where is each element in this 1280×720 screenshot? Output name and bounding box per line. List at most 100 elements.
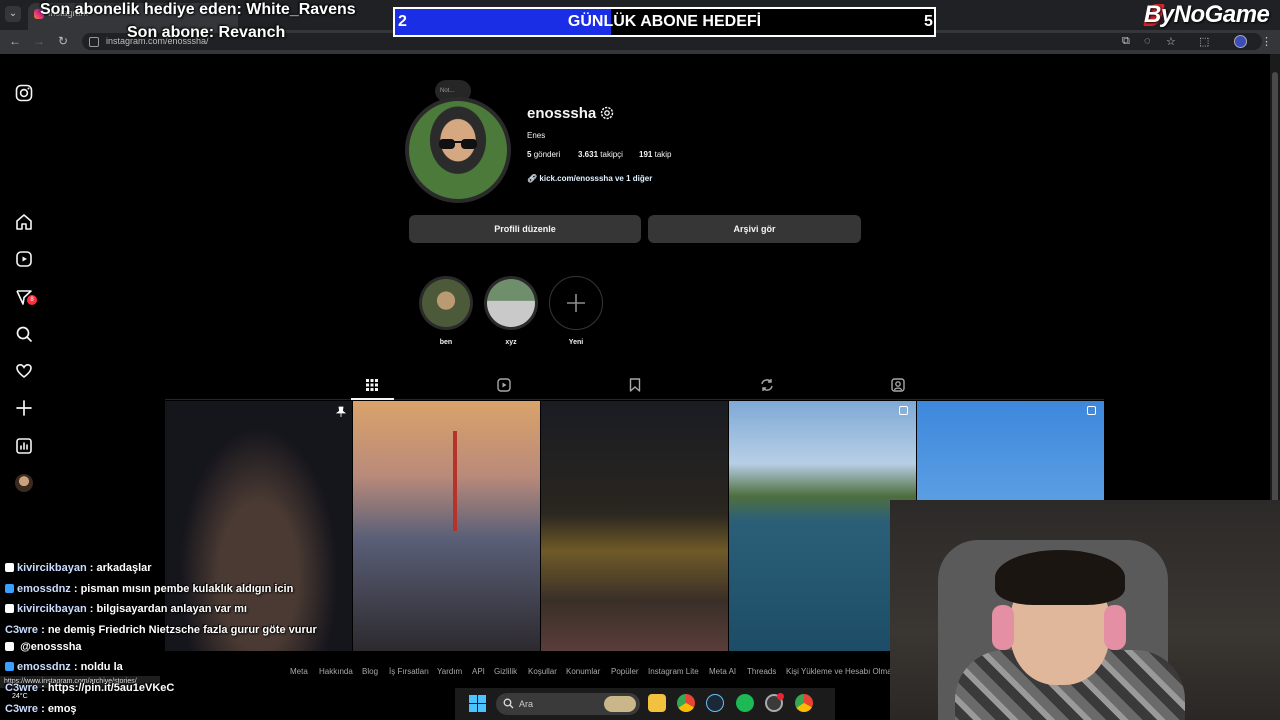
highlight-label: Yeni [568, 339, 584, 346]
chat-message: emossdnz : pisman mısın pembe kulaklık a… [5, 583, 293, 595]
footer-link[interactable]: Hakkında [319, 667, 353, 676]
chat-text: : arkadaşlar [89, 562, 152, 574]
post-thumbnail[interactable] [353, 401, 540, 651]
profile-avatar[interactable] [409, 101, 507, 199]
chrome-profile-icon[interactable] [795, 694, 813, 712]
highlight-label: xyz [505, 339, 517, 346]
footer-link[interactable]: Konumlar [566, 667, 600, 676]
reposts-icon[interactable] [759, 377, 775, 393]
bookmark-star-icon[interactable]: ☆ [1166, 35, 1176, 48]
following-count[interactable]: 191 takip [639, 150, 672, 159]
bridge-tower [453, 431, 457, 531]
instagram-logo-icon[interactable] [14, 83, 34, 103]
profile-avatar-nav[interactable] [15, 474, 33, 492]
profile-full-name: Enes [527, 131, 546, 140]
create-plus-icon[interactable] [14, 398, 34, 418]
chat-message: @enosssha [5, 641, 82, 653]
footer-link[interactable]: Koşullar [528, 667, 557, 676]
notifications-heart-icon[interactable] [14, 361, 34, 381]
footer-link[interactable]: Meta [290, 667, 308, 676]
footer-link[interactable]: Blog [362, 667, 378, 676]
chrome-icon[interactable] [677, 694, 695, 712]
active-tab-indicator [351, 398, 394, 400]
view-archive-button[interactable]: Arşivi gör [648, 215, 861, 243]
search-icon[interactable] [14, 324, 34, 344]
tagged-icon[interactable] [890, 377, 906, 393]
chat-text: : emoş [41, 703, 77, 715]
weather-temp[interactable]: 24°C [12, 693, 28, 700]
followers-count[interactable]: 3.631 takipçi [578, 150, 623, 159]
windows-start-icon[interactable] [469, 695, 486, 712]
install-app-icon[interactable]: ⧉ [1122, 35, 1130, 48]
footer-link[interactable]: Gizlilik [494, 667, 517, 676]
plus-icon [567, 294, 585, 312]
post-thumbnail[interactable] [541, 401, 728, 651]
reload-icon[interactable]: ↻ [55, 34, 71, 48]
chat-message: kivircikbayan : bilgisayardan anlayan va… [5, 603, 247, 615]
pink-headphone-left [992, 605, 1014, 650]
recording-indicator [777, 693, 784, 700]
brand-logo-text: ByNoGame [1144, 1, 1270, 28]
chat-badge-icon [5, 563, 14, 572]
pink-headphone-right [1104, 605, 1126, 650]
highlight-label: ben [439, 339, 453, 346]
saved-bookmark-icon[interactable] [627, 377, 643, 393]
footer-link[interactable]: Threads [747, 667, 776, 676]
steam-icon[interactable] [706, 694, 724, 712]
chat-username: kivircikbayan [17, 562, 87, 574]
browser-profile-avatar[interactable] [1234, 35, 1247, 48]
edit-profile-button[interactable]: Profili düzenle [409, 215, 641, 243]
posts-grid-icon[interactable] [364, 377, 380, 393]
browser-menu-icon[interactable]: ⋮ [1261, 35, 1272, 48]
chat-message: emossdnz : noldu la [5, 661, 123, 673]
sub-goal-target: 5 [924, 13, 933, 30]
chat-text: : noldu la [73, 661, 123, 673]
avatar-sunglasses [439, 139, 477, 149]
footer-link[interactable]: Instagram Lite [648, 667, 699, 676]
back-arrow-icon[interactable]: ← [7, 34, 23, 48]
reels-icon[interactable] [14, 249, 34, 269]
footer-link[interactable]: API [472, 667, 485, 676]
forward-arrow-icon[interactable]: → [31, 34, 47, 48]
pinned-icon [335, 406, 347, 417]
chat-message: C3wre : ne demiş Friedrich Nietzsche faz… [5, 624, 317, 636]
tab-search-button[interactable]: ⌄ [5, 6, 21, 22]
chat-badge-icon [5, 604, 14, 613]
settings-gear-icon[interactable] [599, 105, 615, 121]
chat-text: : bilgisayardan anlayan var mı [89, 603, 247, 615]
chat-badge-icon [5, 642, 14, 651]
posts-count[interactable]: 5 gönderi [527, 150, 560, 159]
footer-link[interactable]: İş Fırsatları [389, 667, 429, 676]
profile-bio-link[interactable]: 🔗︎ kick.com/enosssha ve 1 diğer [527, 174, 652, 183]
post-thumbnail[interactable] [729, 401, 916, 651]
chat-message: C3wre : https://pin.it/5au1eVKeC [5, 682, 174, 694]
spotify-icon[interactable] [736, 694, 754, 712]
highlight-ben-cover [422, 279, 470, 327]
last-sub-text: Son abone: Revanch [127, 24, 286, 41]
footer-link[interactable]: Meta AI [709, 667, 736, 676]
chat-username: C3wre [5, 624, 39, 636]
dashboard-icon[interactable] [14, 436, 34, 456]
chat-text: : ne demiş Friedrich Nietzsche fazla gur… [41, 624, 317, 636]
chat-badge-icon [5, 584, 14, 593]
home-icon[interactable] [14, 212, 34, 232]
footer-link[interactable]: Kişi Yükleme ve Hesabı Olmay [786, 667, 896, 676]
extensions-icon[interactable]: ⬚ [1199, 35, 1209, 48]
messages-notification-badge: 8 [27, 295, 37, 305]
multiple-photos-icon [899, 406, 908, 415]
footer-link[interactable]: Yardım [437, 667, 462, 676]
eye-off-icon[interactable]: ◌ [1144, 35, 1151, 47]
footer-link[interactable]: Popüler [611, 667, 639, 676]
chat-username: emossdnz [17, 583, 71, 595]
site-info-icon[interactable] [89, 37, 99, 47]
reels-tab-icon[interactable] [496, 377, 512, 393]
sub-goal-title: GÜNLÜK ABONE HEDEFİ [567, 13, 762, 30]
chat-message: kivircikbayan : arkadaşlar [5, 562, 152, 574]
chat-text: : pisman mısın pembe kulaklık aldıgın ic… [73, 583, 294, 595]
file-explorer-icon[interactable] [648, 694, 666, 712]
chat-text: : https://pin.it/5au1eVKeC [41, 682, 175, 694]
streamer-hair [995, 550, 1125, 605]
taskbar-search-icon [503, 698, 514, 709]
scrollbar-thumb[interactable] [1272, 72, 1278, 512]
link-icon: 🔗︎ [527, 174, 538, 183]
